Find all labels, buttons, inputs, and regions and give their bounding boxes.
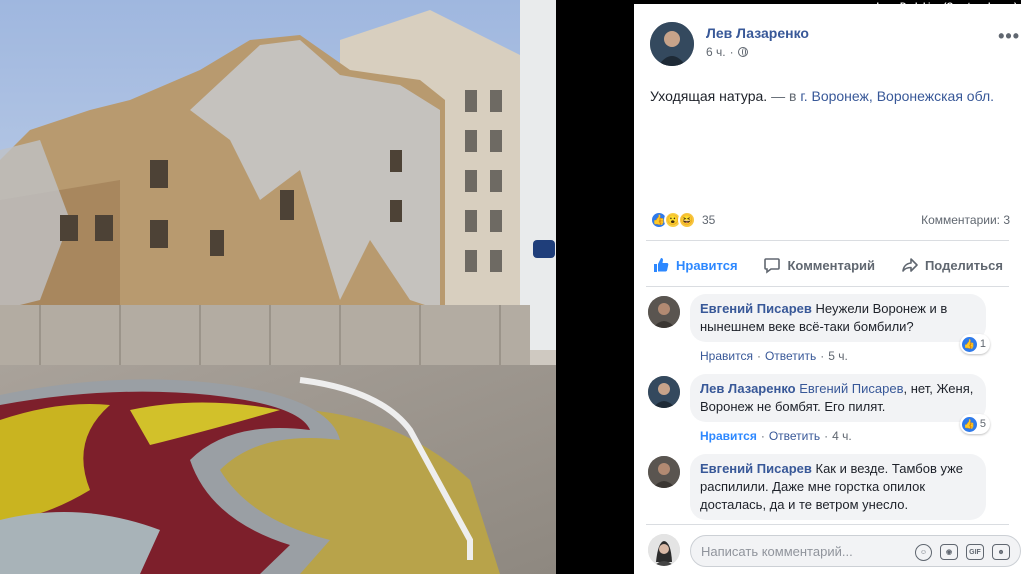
post-text-main: Уходящая натура. (650, 88, 768, 104)
post-time[interactable]: 6 ч. (706, 45, 726, 59)
comment-reactions[interactable]: 👍 5 (959, 414, 990, 434)
reactions-bar: 👍 😮 😆 35 Комментарии: 3 (650, 210, 1010, 230)
reaction-icons[interactable]: 👍 😮 😆 (650, 211, 696, 229)
share-button-label: Поделиться (924, 257, 1003, 273)
like-reaction-icon: 👍 (961, 416, 977, 432)
author-avatar[interactable] (650, 22, 694, 66)
comment-time[interactable]: 4 ч. (832, 429, 852, 443)
commenter-avatar-image (648, 296, 680, 328)
comment-item: Евгений Писарев Как и везде. Тамбов уже … (646, 454, 1016, 520)
separator-dot: · (729, 45, 734, 59)
comment-composer: ☺ ◉ GIF ☻ (646, 532, 1021, 572)
post-meta: 6 ч. · (706, 45, 748, 59)
post-text-separator: — в (767, 88, 801, 104)
author-avatar-image (650, 22, 694, 66)
composer-icons: ☺ ◉ GIF ☻ (915, 544, 1010, 561)
more-icon[interactable]: ••• (998, 26, 1020, 47)
sticker-icon[interactable]: ☻ (992, 544, 1010, 560)
comment-avatar[interactable] (648, 376, 680, 408)
comment-bubble: Евгений Писарев Неужели Воронеж и в ныне… (690, 294, 990, 354)
comment-reply-link[interactable]: Ответить (769, 429, 820, 443)
comment-bubble: Евгений Писарев Как и везде. Тамбов уже … (690, 454, 986, 520)
post-author[interactable]: Лев Лазаренко (706, 25, 809, 41)
commenter-avatar-image (648, 456, 680, 488)
comment-author[interactable]: Евгений Писарев (700, 461, 812, 476)
divider (646, 524, 1009, 525)
comment-button-label: Комментарий (787, 257, 876, 273)
comment-reactions[interactable]: 👍 1 (959, 334, 990, 354)
like-icon (654, 258, 669, 272)
photo-illustration (0, 0, 556, 574)
like-reaction-icon: 👍 (961, 336, 977, 352)
facebook-photo-viewer: Lena Dudukina (Courtesy Image) Лев Лазар… (0, 0, 1021, 574)
like-button[interactable]: Нравится (646, 256, 744, 274)
reaction-count[interactable]: 35 (702, 213, 715, 227)
post-location-link[interactable]: г. Воронеж, Воронежская обл. (800, 88, 994, 104)
separator-dot: · (820, 349, 825, 363)
comment-button[interactable]: Комментарий (757, 256, 881, 274)
comments-list: Евгений Писарев Неужели Воронеж и в ныне… (646, 294, 1016, 526)
comment-item: Евгений Писарев Неужели Воронеж и в ныне… (646, 294, 1016, 366)
separator-dot: · (760, 429, 765, 443)
comment-author[interactable]: Лев Лазаренко (700, 381, 796, 396)
post-photo[interactable] (0, 0, 556, 574)
post-actions: Нравится Комментарий Поделиться (646, 248, 1009, 282)
divider (646, 286, 1009, 287)
comments-count[interactable]: Комментарии: 3 (921, 213, 1010, 227)
camera-icon[interactable]: ◉ (940, 544, 958, 560)
post-header: Лев Лазаренко 6 ч. · ••• (650, 22, 1020, 68)
comment-input[interactable] (701, 543, 901, 559)
post-sidebar: Лев Лазаренко 6 ч. · ••• Уходящая натура… (634, 4, 1021, 574)
comment-reaction-count: 1 (979, 338, 986, 350)
comment-time[interactable]: 5 ч. (828, 349, 848, 363)
haha-reaction-icon: 😆 (678, 211, 696, 229)
separator-dot: · (756, 349, 761, 363)
current-user-avatar-image (648, 534, 680, 566)
globe-icon (737, 47, 748, 57)
comment-field[interactable]: ☺ ◉ GIF ☻ (690, 535, 1021, 567)
comment-author[interactable]: Евгений Писарев (700, 301, 812, 316)
comment-like-link[interactable]: Нравится (700, 429, 757, 443)
like-button-label: Нравится (676, 257, 738, 273)
current-user-avatar (648, 534, 680, 566)
share-button[interactable]: Поделиться (895, 256, 1009, 274)
comment-avatar[interactable] (648, 456, 680, 488)
gif-icon[interactable]: GIF (966, 544, 984, 560)
post-text: Уходящая натура. — в г. Воронеж, Воронеж… (650, 86, 1010, 107)
comment-reply-link[interactable]: Ответить (765, 349, 816, 363)
separator-dot: · (824, 429, 829, 443)
divider (646, 240, 1009, 241)
comment-bubble: Лев Лазаренко Евгений Писарев, нет, Женя… (690, 374, 990, 434)
comment-mention[interactable]: Евгений Писарев (799, 381, 903, 396)
comment-icon (764, 258, 781, 274)
commenter-avatar-image (648, 376, 680, 408)
comment-like-link[interactable]: Нравится (700, 349, 753, 363)
share-icon (902, 258, 918, 272)
comment-reaction-count: 5 (979, 418, 986, 430)
comment-avatar[interactable] (648, 296, 680, 328)
emoji-icon[interactable]: ☺ (915, 544, 932, 561)
comment-item: Лев Лазаренко Евгений Писарев, нет, Женя… (646, 374, 1016, 446)
